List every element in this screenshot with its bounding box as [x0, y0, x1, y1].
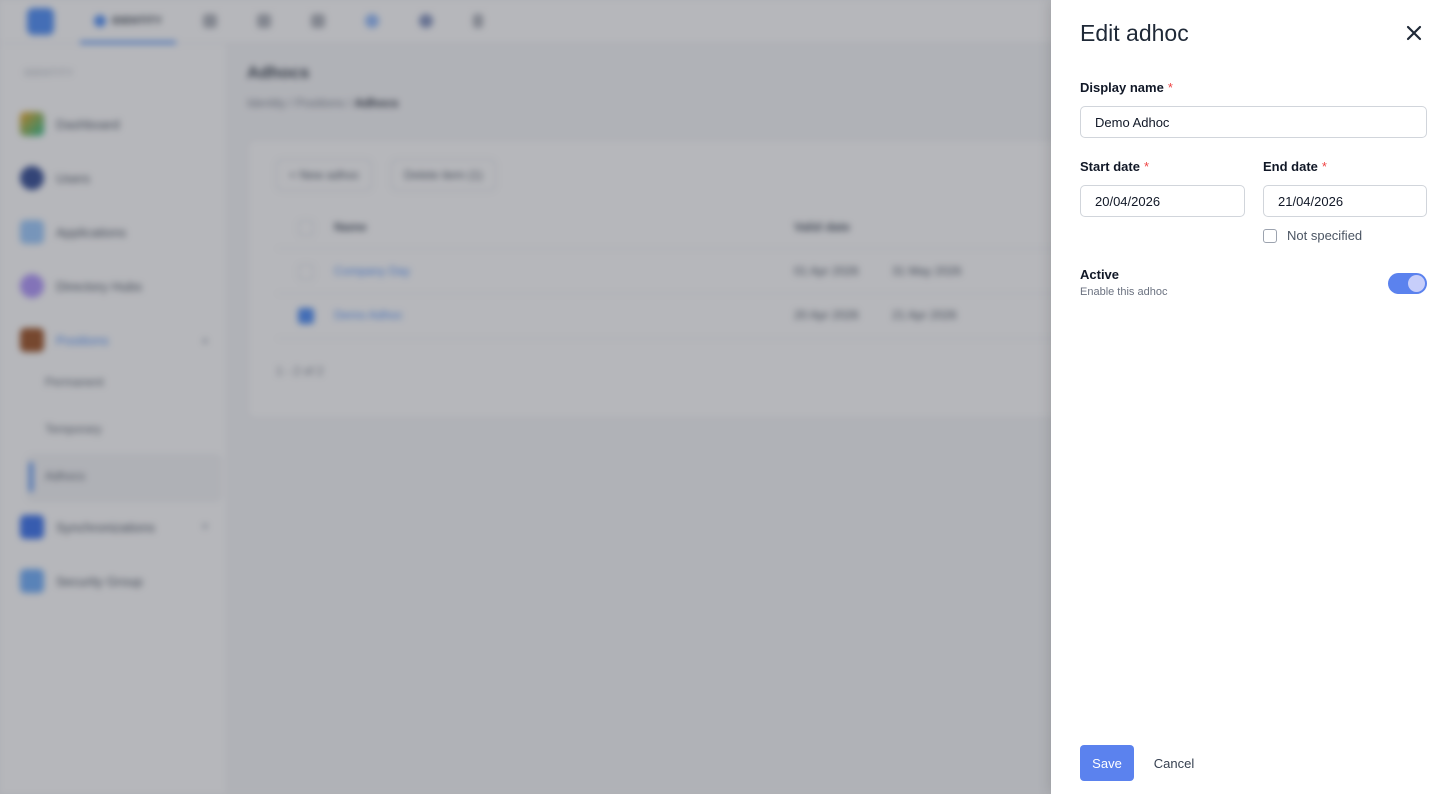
start-date-label-text: Start date — [1080, 159, 1140, 174]
not-specified-checkbox[interactable] — [1263, 228, 1277, 243]
display-name-label-text: Display name — [1080, 80, 1164, 95]
active-label: Active — [1080, 267, 1120, 282]
display-name-input[interactable] — [1080, 106, 1427, 138]
not-specified-label: Not specified — [1287, 228, 1363, 243]
end-date-label-text: End date — [1263, 159, 1318, 174]
close-button[interactable] — [1402, 21, 1426, 45]
drawer-title: Edit adhoc — [1080, 20, 1189, 46]
cancel-button[interactable]: Cancel — [1147, 745, 1201, 781]
start-date-label: Start date * — [1080, 159, 1149, 174]
required-mark: * — [1321, 159, 1327, 174]
active-description: Enable this adhoc — [1080, 286, 1168, 298]
required-mark: * — [1143, 159, 1150, 174]
active-toggle[interactable] — [1388, 273, 1427, 294]
not-specified-option[interactable]: Not specified — [1263, 228, 1362, 243]
display-name-label: Display name * — [1080, 80, 1173, 95]
start-date-input[interactable] — [1080, 185, 1245, 217]
edit-adhoc-drawer: Edit adhoc Display name* Start date* End… — [1051, 0, 1451, 794]
save-button[interactable]: Save — [1080, 745, 1134, 781]
required-mark: * — [1167, 80, 1173, 95]
end-date-input[interactable] — [1263, 185, 1427, 217]
toggle-knob — [1408, 275, 1425, 292]
close-icon — [1406, 25, 1422, 41]
end-date-label: End date * — [1263, 159, 1327, 174]
